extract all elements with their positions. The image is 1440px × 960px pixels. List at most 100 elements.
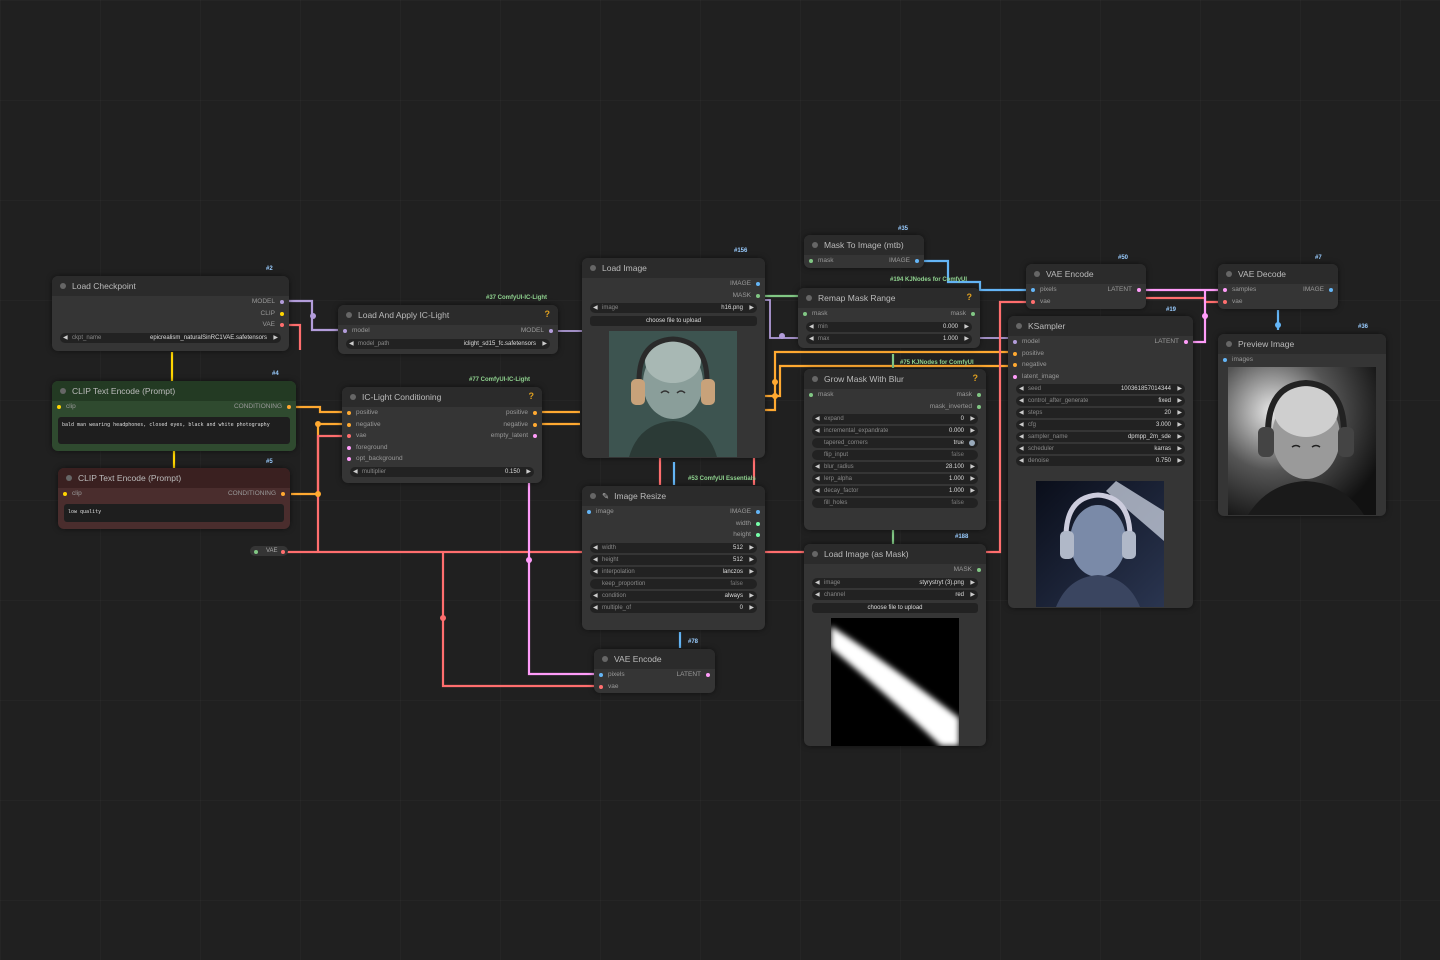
arrow-left-icon[interactable]: ◀ bbox=[1019, 408, 1024, 418]
node-header[interactable]: Remap Mask Range? bbox=[798, 288, 980, 308]
socket-icon[interactable] bbox=[347, 445, 351, 450]
input-slot[interactable]: vae bbox=[1026, 296, 1146, 308]
combo-widget[interactable]: ◀ interpolation lanczos ▶ bbox=[590, 566, 757, 577]
io-row[interactable]: model MODEL bbox=[338, 325, 558, 337]
output-slot[interactable]: mask_inverted bbox=[804, 401, 986, 413]
socket-icon[interactable] bbox=[57, 405, 61, 409]
node-header[interactable]: Load Image (as Mask) bbox=[804, 544, 986, 564]
collapse-dot-icon[interactable] bbox=[590, 493, 596, 499]
socket-icon[interactable] bbox=[756, 533, 760, 537]
combo-widget[interactable]: ◀ scheduler karras ▶ bbox=[1016, 444, 1185, 454]
socket-icon[interactable] bbox=[756, 282, 760, 286]
node-header[interactable]: IC-Light Conditioning? bbox=[342, 387, 542, 407]
socket-icon[interactable] bbox=[280, 311, 284, 316]
node-header[interactable]: KSampler bbox=[1008, 316, 1193, 336]
combo-widget[interactable]: ◀ sampler_name dpmpp_2m_sde ▶ bbox=[1016, 432, 1185, 442]
combo-widget[interactable]: ◀ image h16.png ▶ bbox=[590, 303, 757, 313]
io-row[interactable]: negative negative bbox=[342, 419, 542, 431]
io-row[interactable]: pixels LATENT bbox=[1026, 284, 1146, 296]
arrow-left-icon[interactable]: ◀ bbox=[1019, 456, 1024, 466]
socket-icon[interactable] bbox=[977, 568, 981, 572]
node-header[interactable]: CLIP Text Encode (Prompt) bbox=[58, 468, 290, 488]
number-widget[interactable]: ◀ width 512 ▶ bbox=[590, 542, 757, 553]
socket-icon[interactable] bbox=[254, 550, 258, 554]
socket-icon[interactable] bbox=[1223, 288, 1227, 292]
socket-icon[interactable] bbox=[343, 329, 347, 333]
help-icon[interactable]: ? bbox=[967, 292, 973, 302]
arrow-right-icon[interactable]: ▶ bbox=[964, 322, 969, 332]
arrow-left-icon[interactable]: ◀ bbox=[353, 467, 358, 477]
arrow-right-icon[interactable]: ▶ bbox=[970, 486, 975, 496]
collapse-dot-icon[interactable] bbox=[602, 656, 608, 662]
toggle-widget[interactable]: flip_input false bbox=[812, 450, 978, 460]
node-vae-decode[interactable]: VAE Decode samples IMAGE vae bbox=[1218, 264, 1338, 309]
arrow-right-icon[interactable]: ▶ bbox=[542, 339, 547, 349]
arrow-left-icon[interactable]: ◀ bbox=[815, 474, 820, 484]
io-row[interactable]: pixels LATENT bbox=[594, 669, 715, 681]
collapse-dot-icon[interactable] bbox=[812, 551, 818, 557]
node-load-checkpoint[interactable]: Load Checkpoint MODEL CLIP VAE ◀ ckpt_nam… bbox=[52, 276, 289, 351]
combo-widget[interactable]: ◀ image styrystryt (3).png ▶ bbox=[812, 577, 978, 588]
node-remap-mask-range[interactable]: Remap Mask Range? mask mask ◀ min 0.000 ▶ ◀ m… bbox=[798, 288, 980, 348]
combo-widget[interactable]: ◀ model_path iclight_sd15_fc.safetensors ▶ bbox=[346, 338, 550, 349]
arrow-left-icon[interactable]: ◀ bbox=[815, 590, 820, 600]
node-header[interactable]: Preview Image bbox=[1218, 334, 1386, 354]
input-slot[interactable]: latent_image bbox=[1008, 371, 1193, 383]
toggle-widget[interactable]: fill_holes false bbox=[812, 498, 978, 508]
arrow-left-icon[interactable]: ◀ bbox=[593, 543, 598, 553]
arrow-right-icon[interactable]: ▶ bbox=[1177, 384, 1182, 394]
socket-icon[interactable] bbox=[281, 492, 285, 496]
socket-icon[interactable] bbox=[549, 329, 553, 333]
socket-icon[interactable] bbox=[1013, 363, 1017, 367]
socket-icon[interactable] bbox=[1137, 288, 1141, 292]
number-widget[interactable]: ◀ incremental_expandrate 0.000 ▶ bbox=[812, 426, 978, 436]
collapse-dot-icon[interactable] bbox=[806, 295, 812, 301]
socket-icon[interactable] bbox=[533, 422, 537, 427]
node-header[interactable]: VAE Encode bbox=[1026, 264, 1146, 284]
socket-icon[interactable] bbox=[803, 312, 807, 316]
input-slot[interactable]: vae bbox=[594, 681, 715, 693]
arrow-left-icon[interactable]: ◀ bbox=[815, 578, 820, 588]
arrow-left-icon[interactable]: ◀ bbox=[1019, 432, 1024, 442]
number-widget[interactable]: ◀ multiplier 0.150 ▶ bbox=[350, 466, 534, 477]
socket-icon[interactable] bbox=[977, 404, 981, 409]
collapse-dot-icon[interactable] bbox=[60, 283, 66, 289]
arrow-right-icon[interactable]: ▶ bbox=[970, 426, 975, 436]
node-clip-text-encode-negative[interactable]: CLIP Text Encode (Prompt) clip CONDITIONI… bbox=[58, 468, 290, 529]
socket-icon[interactable] bbox=[756, 293, 760, 298]
socket-icon[interactable] bbox=[756, 510, 760, 514]
collapse-dot-icon[interactable] bbox=[60, 388, 66, 394]
prompt-textarea[interactable]: low quality bbox=[64, 503, 284, 522]
arrow-right-icon[interactable]: ▶ bbox=[749, 555, 754, 565]
output-slot[interactable]: width bbox=[582, 518, 765, 530]
output-slot[interactable]: MODEL bbox=[52, 296, 289, 308]
arrow-left-icon[interactable]: ◀ bbox=[593, 603, 598, 613]
arrow-left-icon[interactable]: ◀ bbox=[593, 303, 598, 313]
arrow-right-icon[interactable]: ▶ bbox=[1177, 396, 1182, 406]
arrow-right-icon[interactable]: ▶ bbox=[749, 567, 754, 577]
arrow-right-icon[interactable]: ▶ bbox=[964, 334, 969, 344]
socket-icon[interactable] bbox=[971, 312, 975, 316]
io-row[interactable]: clip CONDITIONING bbox=[58, 488, 290, 500]
socket-icon[interactable] bbox=[533, 411, 537, 415]
arrow-right-icon[interactable]: ▶ bbox=[1177, 444, 1182, 454]
arrow-right-icon[interactable]: ▶ bbox=[970, 462, 975, 472]
socket-icon[interactable] bbox=[287, 405, 291, 409]
socket-icon[interactable] bbox=[347, 457, 351, 461]
node-ksampler[interactable]: KSampler model LATENT positive negative l… bbox=[1008, 316, 1193, 608]
arrow-left-icon[interactable]: ◀ bbox=[593, 555, 598, 565]
arrow-right-icon[interactable]: ▶ bbox=[1177, 420, 1182, 430]
arrow-left-icon[interactable]: ◀ bbox=[809, 334, 814, 344]
output-slot[interactable]: VAE bbox=[52, 319, 289, 331]
arrow-right-icon[interactable]: ▶ bbox=[1177, 432, 1182, 442]
collapse-dot-icon[interactable] bbox=[812, 242, 818, 248]
output-slot[interactable]: IMAGE bbox=[582, 278, 765, 290]
arrow-right-icon[interactable]: ▶ bbox=[1177, 408, 1182, 418]
arrow-right-icon[interactable]: ▶ bbox=[970, 590, 975, 600]
node-header[interactable]: Load Checkpoint bbox=[52, 276, 289, 296]
node-mask-to-image[interactable]: Mask To Image (mtb) mask IMAGE bbox=[804, 235, 924, 268]
combo-widget[interactable]: ◀ ckpt_name epicrealism_naturalSinRC1VAE.s… bbox=[60, 332, 281, 343]
arrow-right-icon[interactable]: ▶ bbox=[970, 578, 975, 588]
socket-icon[interactable] bbox=[599, 673, 603, 677]
help-icon[interactable]: ? bbox=[973, 373, 979, 383]
